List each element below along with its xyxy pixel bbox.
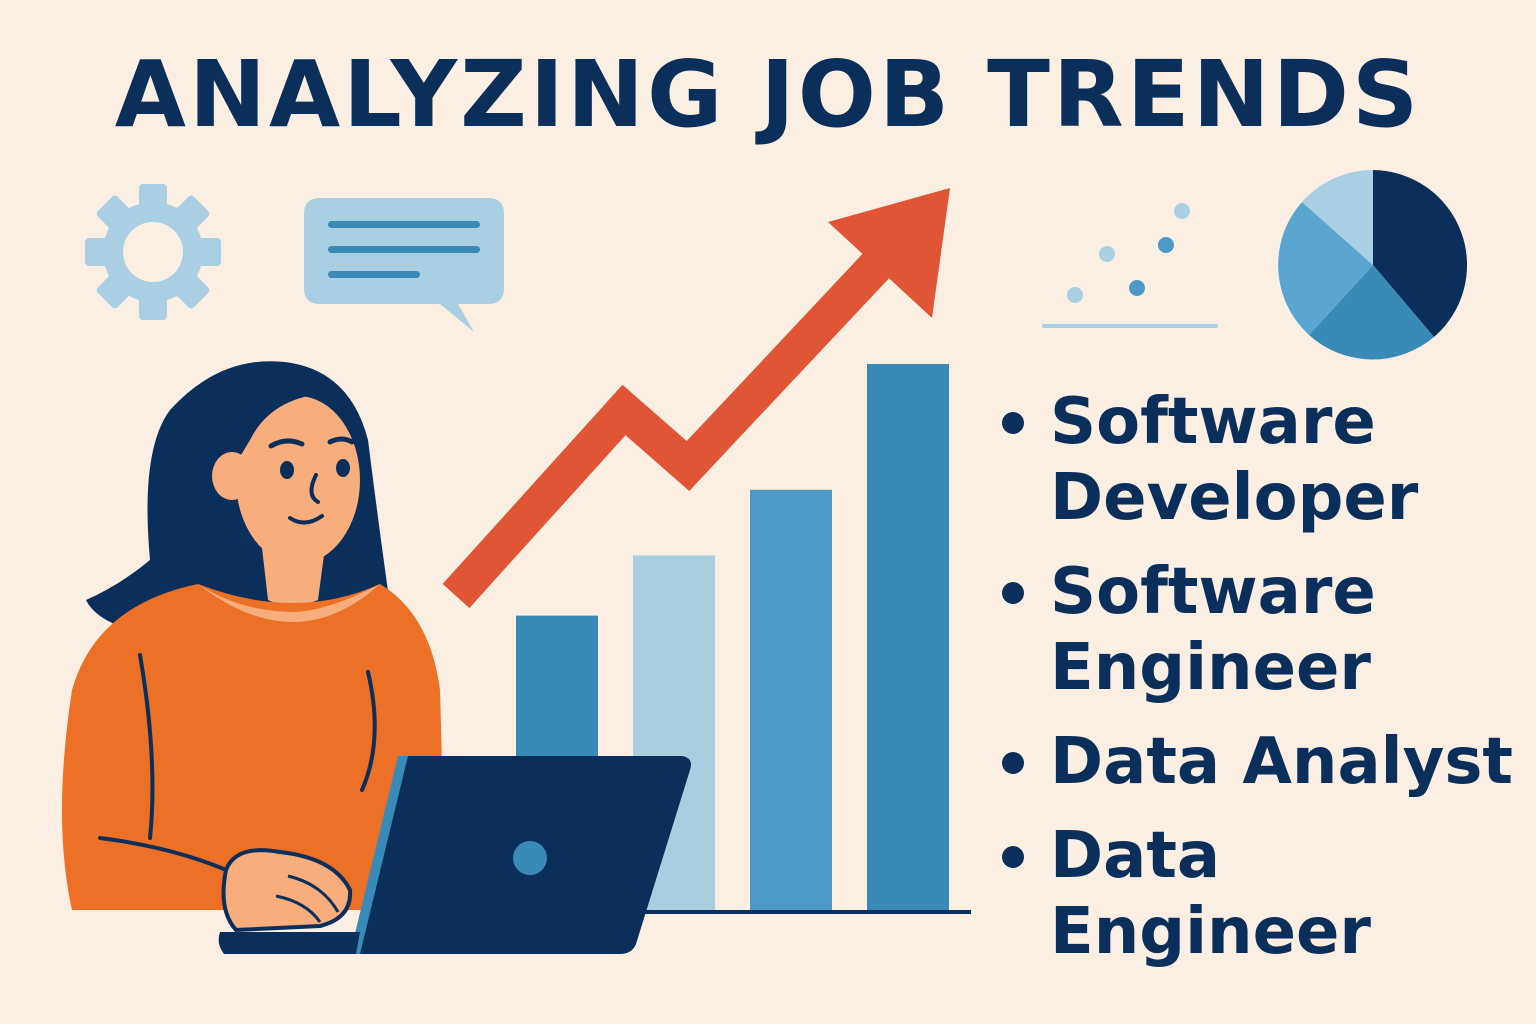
job-list: Software Developer Software Engineer Dat… (998, 384, 1528, 988)
job-title-line: Engineer (1050, 631, 1371, 705)
list-item: Software Engineer (998, 554, 1528, 706)
list-item: Data Analyst (998, 724, 1528, 800)
scatter-plot-icon (1042, 203, 1218, 328)
gear-icon (85, 184, 221, 320)
list-item: Data Engineer (998, 818, 1528, 970)
pie-chart-icon (1278, 170, 1468, 360)
job-title-line: Data (1050, 819, 1221, 893)
job-title-line: Engineer (1050, 895, 1371, 969)
bar (750, 489, 832, 911)
bar (867, 364, 949, 911)
job-title-line: Developer (1050, 461, 1419, 535)
job-title-line: Data Analyst (1050, 725, 1513, 799)
chat-bubble-icon (304, 198, 504, 332)
list-item: Software Developer (998, 384, 1528, 536)
illustration: ANALYZING JOB TRENDS Software Developer … (0, 0, 1536, 1024)
job-title-line: Software (1050, 385, 1376, 459)
job-title-line: Software (1050, 555, 1376, 629)
